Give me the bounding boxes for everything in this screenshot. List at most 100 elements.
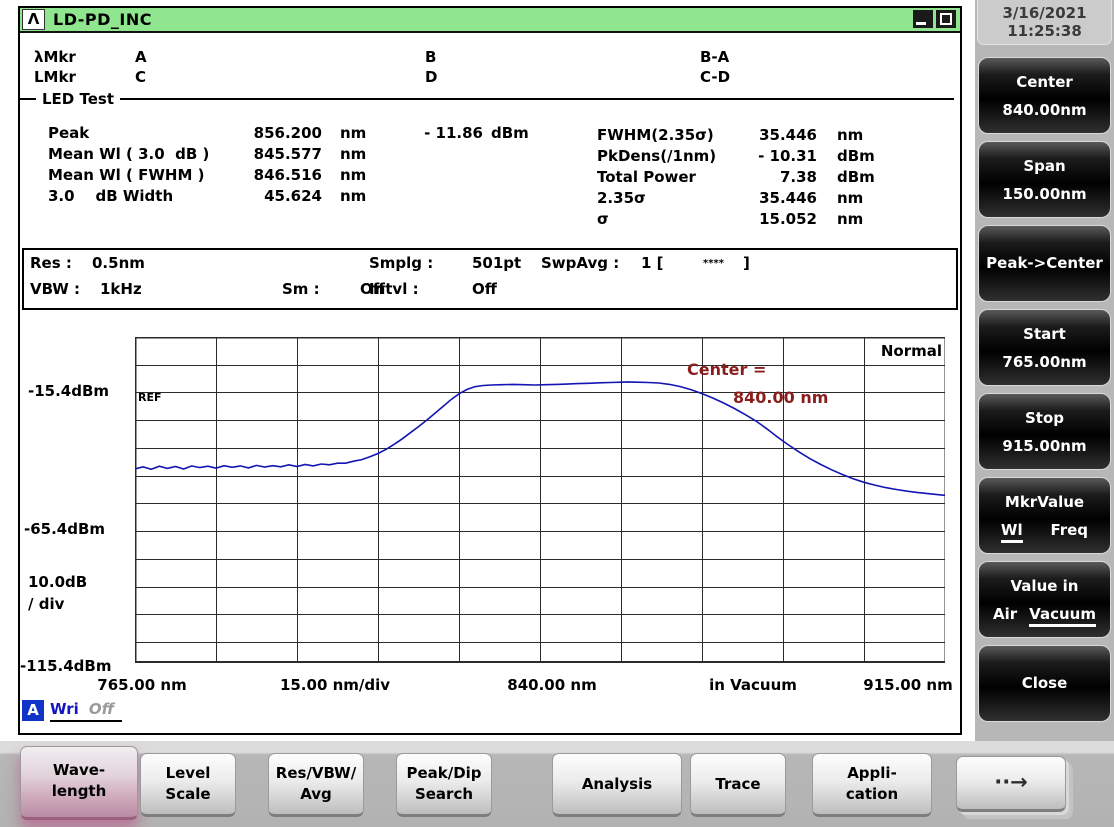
center-annotation-line2: 840.00 nm	[733, 388, 829, 407]
marker-c: C	[135, 68, 147, 86]
measurement-unit: nm	[837, 210, 864, 228]
menu-button-trace[interactable]: Trace	[690, 753, 786, 817]
softkey-label: MkrValue	[1004, 493, 1085, 511]
menu-button-line1: Appli-	[847, 764, 897, 782]
menu-button-line2: Scale	[165, 785, 211, 803]
x-axis-start-label: 765.00 nm	[97, 676, 187, 694]
measurement-row-mean-wl-3-0-db: Mean Wl ( 3.0 dB ) 845.577 nm	[48, 145, 380, 165]
time-text: 11:25:38	[1007, 22, 1082, 40]
measurement-value: 15.052	[759, 210, 817, 228]
sweep-settings-box: Res : 0.5nm Smplg : 501pt SwpAvg : 1 [ *…	[22, 248, 958, 310]
softkey-label: Stop	[1024, 409, 1065, 427]
smplg-label: Smplg :	[369, 254, 434, 272]
measurement-label: Mean Wl ( FWHM )	[48, 166, 205, 184]
measurement-row-fwhm-2-35: FWHM(2.35σ) 35.446 nm	[597, 126, 863, 146]
x-axis-stop-label: 915.00 nm	[863, 676, 953, 694]
menu-button-analysis[interactable]: Analysis	[552, 753, 682, 817]
menu-button-level-scale[interactable]: Level Scale	[140, 753, 236, 817]
measurement-label: Mean Wl ( 3.0 dB )	[48, 145, 210, 163]
softkey-option-wl[interactable]: Wl	[1000, 521, 1023, 543]
softkey-option-freq[interactable]: Freq	[1050, 521, 1088, 543]
softkey-peak-center[interactable]: Peak->Center	[978, 225, 1111, 302]
softkey-panel: 3/16/2021 11:25:38 Center 840.00nm Span 150…	[975, 0, 1114, 741]
measurement-unit: nm	[340, 187, 367, 205]
softkey-option-air[interactable]: Air	[993, 605, 1017, 627]
measurement-row-peak: Peak 856.200 nm - 11.86 dBm	[48, 124, 529, 144]
swpavg-bracket-close: ]	[743, 254, 750, 272]
analysis-mode-label: LED Test	[42, 90, 114, 108]
measurement-label: 2.35σ	[597, 189, 646, 207]
separator-line	[120, 98, 954, 100]
softkey-label: Span	[1023, 157, 1066, 175]
measurement-value: 7.38	[779, 168, 817, 186]
measurement-label: PkDens(/1nm)	[597, 147, 717, 165]
instrument-window: Λ LD-PD_INC λMkr A B B-A LMkr C D C-D LE…	[18, 6, 962, 735]
y-axis-bottom-label: -115.4dBm	[20, 657, 112, 675]
menu-button-line2: Search	[414, 785, 474, 803]
trace-mode-label: Normal	[880, 342, 942, 360]
menu-button-line2: Avg	[300, 785, 332, 803]
softkey-span[interactable]: Span 150.00nm	[978, 141, 1111, 218]
y-axis-ref-label: -15.4dBm	[28, 382, 110, 400]
more-menu-arrow-button[interactable]: ··→	[956, 756, 1066, 812]
menu-button-line2: cation	[845, 785, 899, 803]
swpavg-value: 1 [	[641, 254, 664, 272]
measurement-unit: nm	[837, 126, 864, 144]
softkey-value: 840.00nm	[1002, 101, 1087, 119]
measurement-row-2-35: 2.35σ 35.446 nm	[597, 189, 863, 209]
anritsu-logo-icon: Λ	[22, 9, 45, 30]
measurement-value: 845.577	[253, 145, 322, 163]
menu-button-line1: Wave-	[52, 761, 106, 779]
res-value: 0.5nm	[92, 254, 145, 272]
x-axis-per-div-label: 15.00 nm/div	[279, 676, 391, 694]
marker-c-minus-d: C-D	[700, 68, 731, 86]
softkey-mkrvalue[interactable]: MkrValue Wl Freq	[978, 477, 1111, 554]
menu-button-wave-length[interactable]: Wave-length	[20, 746, 138, 820]
menu-button-peak-dip-search[interactable]: Peak/Dip Search	[396, 753, 492, 817]
x-axis-center-label: 840.00 nm	[507, 676, 597, 694]
softkey-close[interactable]: Close	[978, 645, 1111, 722]
trace-off-state: Off	[88, 700, 115, 718]
measurement-extra-unit: dBm	[491, 124, 529, 142]
softkey-stop[interactable]: Stop 915.00nm	[978, 393, 1111, 470]
menu-button-appli-cation[interactable]: Appli-cation	[812, 753, 932, 817]
level-marker-label: LMkr	[34, 68, 76, 86]
measurement-label: Peak	[48, 124, 90, 142]
menu-button-line1: Peak/Dip	[406, 764, 482, 782]
measurement-label: FWHM(2.35σ)	[597, 126, 714, 144]
menu-button-line1: Res/VBW/	[275, 764, 357, 782]
softkey-label: Start	[1023, 325, 1066, 343]
intvl-label: Intvl :	[369, 280, 419, 298]
measurement-label: σ	[597, 210, 609, 228]
softkey-start[interactable]: Start 765.00nm	[978, 309, 1111, 386]
softkey-center[interactable]: Center 840.00nm	[978, 57, 1111, 134]
measurement-extra-value: - 11.86	[424, 124, 483, 142]
measurement-row-: σ 15.052 nm	[597, 210, 863, 230]
softkey-label: Value in	[1010, 577, 1079, 595]
measurement-value: 45.624	[264, 187, 322, 205]
right-arrow-icon: ··→	[994, 770, 1028, 794]
measurement-value: 35.446	[759, 189, 817, 207]
measurement-unit: nm	[340, 124, 367, 142]
analysis-section-separator: LED Test	[20, 90, 954, 108]
menu-button-res-vbw-avg[interactable]: Res/VBW/Avg	[268, 753, 364, 817]
swpavg-label: SwpAvg :	[541, 254, 620, 272]
menu-button-line2: length	[51, 782, 107, 800]
x-axis-medium-label: in Vacuum	[709, 676, 797, 694]
screen: { "titlebar": { "logo": "Λ", "title": "L…	[0, 0, 1114, 827]
softkey-value-in[interactable]: Value in Air Vacuum	[978, 561, 1111, 638]
center-annotation-line1: Center =	[687, 360, 767, 379]
marker-d: D	[425, 68, 438, 86]
restore-button[interactable]	[936, 10, 956, 28]
softkey-option-vacuum[interactable]: Vacuum	[1029, 605, 1096, 627]
y-axis-scale-label-line1: 10.0dB	[28, 573, 88, 591]
marker-b-minus-a: B-A	[700, 48, 730, 66]
softkey-value: 765.00nm	[1002, 353, 1087, 371]
softkey-options: Wl Freq	[979, 521, 1110, 543]
sm-label: Sm :	[282, 280, 320, 298]
datetime-display: 3/16/2021 11:25:38	[977, 0, 1112, 45]
softkey-options: Air Vacuum	[979, 605, 1110, 627]
measurement-unit: dBm	[837, 168, 875, 186]
measurement-unit: nm	[837, 189, 864, 207]
minimize-button[interactable]	[913, 10, 933, 28]
